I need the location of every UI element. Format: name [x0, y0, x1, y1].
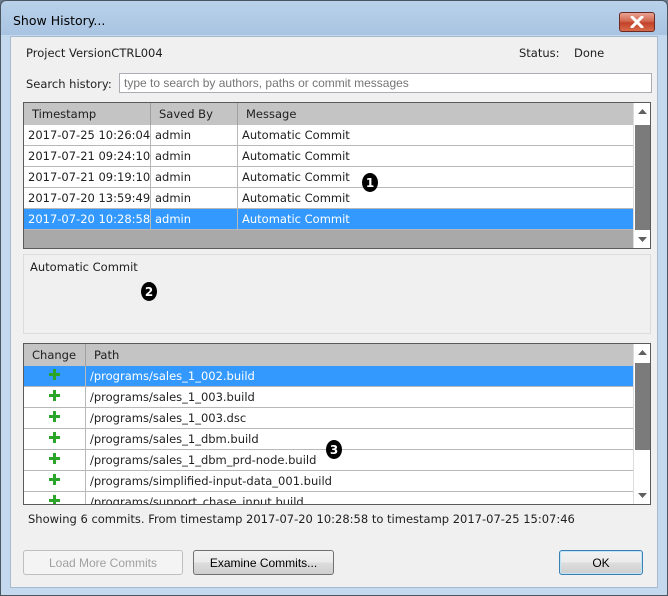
commit-row[interactable]: 2017-07-21 09:19:10 admin Automatic Commit	[24, 167, 634, 188]
commit-message-text: Automatic Commit	[30, 260, 138, 274]
commit-message: Automatic Commit	[242, 149, 350, 163]
change-type-cell	[24, 450, 86, 470]
commit-message: Automatic Commit	[242, 191, 350, 205]
scroll-down-arrow-icon[interactable]	[634, 231, 650, 248]
commits-scrollbar[interactable]	[633, 103, 650, 248]
commit-row[interactable]: 2017-07-21 09:24:10 admin Automatic Commit	[24, 146, 634, 167]
annotation-marker-2: 2	[141, 282, 157, 301]
changes-scroll-thumb[interactable]	[635, 363, 650, 450]
added-plus-icon	[49, 369, 60, 380]
commit-timestamp: 2017-07-20 13:59:49	[24, 188, 151, 208]
changed-file-row[interactable]: /programs/simplified-input-data_001.buil…	[24, 471, 634, 492]
change-type-cell	[24, 429, 86, 449]
change-type-cell	[24, 471, 86, 491]
dialog-title: Show History...	[13, 13, 106, 28]
file-path: /programs/sales_1_003.dsc	[90, 411, 247, 425]
changed-file-row[interactable]: /programs/sales_1_002.build	[24, 366, 634, 387]
change-type-cell	[24, 387, 86, 407]
commit-author: admin	[151, 146, 238, 166]
status-label: Status:	[519, 46, 560, 60]
ok-button[interactable]: OK	[559, 550, 643, 575]
commit-row[interactable]: 2017-07-20 10:28:58 admin Automatic Commit	[24, 209, 634, 230]
close-icon	[630, 16, 644, 28]
search-label: Search history:	[26, 77, 112, 91]
file-path: /programs/sales_1_dbm.build	[90, 432, 259, 446]
changed-file-row[interactable]: /programs/sales_1_003.build	[24, 387, 634, 408]
file-path: /programs/sales_1_003.build	[90, 390, 255, 404]
commit-author: admin	[151, 167, 238, 187]
added-plus-icon	[49, 495, 60, 504]
commit-message: Automatic Commit	[242, 170, 350, 184]
annotation-marker-1: 1	[362, 173, 378, 192]
added-plus-icon	[49, 453, 60, 464]
status-value: Done	[574, 46, 605, 60]
change-type-cell	[24, 408, 86, 428]
load-more-commits-button[interactable]: Load More Commits	[23, 550, 183, 575]
commit-timestamp: 2017-07-20 10:28:58	[24, 209, 151, 229]
file-path: /programs/simplified-input-data_001.buil…	[90, 474, 332, 488]
commit-row[interactable]: 2017-07-25 10:26:04 admin Automatic Commit	[24, 125, 634, 146]
file-path: /programs/sales_1_dbm_prd-node.build	[90, 453, 317, 467]
changed-files-header: Change Path	[24, 344, 634, 366]
commit-summary-text: Showing 6 commits. From timestamp 2017-0…	[28, 512, 575, 526]
commit-author: admin	[151, 125, 238, 145]
commits-table-header: Timestamp Saved By Message	[24, 103, 634, 125]
column-header-saved-by[interactable]: Saved By	[151, 103, 238, 125]
commit-timestamp: 2017-07-21 09:24:10	[24, 146, 151, 166]
added-plus-icon	[49, 411, 60, 422]
column-header-timestamp[interactable]: Timestamp	[24, 103, 151, 125]
annotation-marker-3: 3	[326, 440, 342, 459]
commit-author: admin	[151, 188, 238, 208]
commit-message: Automatic Commit	[242, 128, 350, 142]
commit-timestamp: 2017-07-21 09:19:10	[24, 167, 151, 187]
commit-author: admin	[151, 209, 238, 229]
change-type-cell	[24, 492, 86, 504]
changes-scrollbar[interactable]	[633, 344, 650, 504]
added-plus-icon	[49, 432, 60, 443]
dialog-content: Project VersionCTRL004 Status: Done Sear…	[10, 36, 658, 588]
commits-scroll-thumb[interactable]	[635, 125, 650, 230]
added-plus-icon	[49, 390, 60, 401]
examine-commits-button[interactable]: Examine Commits...	[193, 550, 334, 575]
file-path: /programs/sales_1_002.build	[90, 369, 255, 383]
changed-files-table: Change Path /programs/sales_1_002.build /…	[23, 343, 651, 505]
changed-file-row[interactable]: /programs/sales_1_003.dsc	[24, 408, 634, 429]
commits-table-body: 2017-07-25 10:26:04 admin Automatic Commit…	[24, 125, 634, 230]
commit-row[interactable]: 2017-07-20 13:59:49 admin Automatic Commit	[24, 188, 634, 209]
commit-message-detail: Automatic Commit	[23, 254, 651, 334]
title-bar[interactable]: Show History...	[1, 1, 667, 35]
commits-table: Timestamp Saved By Message 2017-07-25 10…	[23, 102, 651, 249]
commit-message: Automatic Commit	[242, 212, 350, 226]
column-header-change[interactable]: Change	[24, 344, 86, 366]
commit-timestamp: 2017-07-25 10:26:04	[24, 125, 151, 145]
show-history-dialog: Show History... Project VersionCTRL004 S…	[0, 0, 668, 596]
column-header-path[interactable]: Path	[86, 344, 634, 366]
changed-files-body: /programs/sales_1_002.build/programs/sal…	[24, 366, 634, 505]
scroll-down-arrow-icon[interactable]	[634, 487, 650, 504]
scroll-up-arrow-icon[interactable]	[634, 344, 650, 361]
file-path: /programs/support_chase_input.build	[90, 495, 304, 505]
changed-file-row[interactable]: /programs/support_chase_input.build	[24, 492, 634, 505]
close-button[interactable]	[619, 12, 655, 32]
scroll-up-arrow-icon[interactable]	[634, 103, 650, 120]
added-plus-icon	[49, 474, 60, 485]
column-header-message[interactable]: Message	[238, 103, 634, 125]
search-history-input[interactable]	[119, 73, 652, 93]
project-label: Project VersionCTRL004	[26, 46, 163, 60]
change-type-cell	[24, 366, 86, 386]
